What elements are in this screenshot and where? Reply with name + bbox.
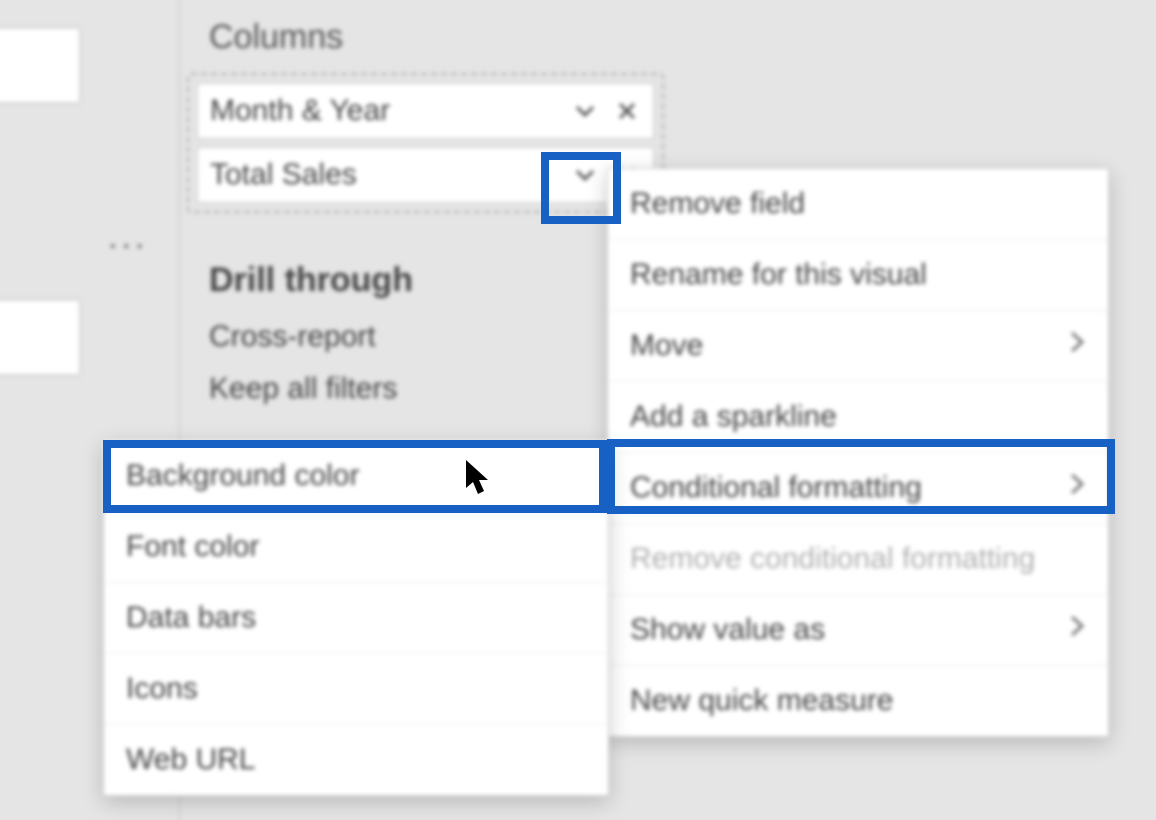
- submenu-background-color[interactable]: Background color: [104, 441, 608, 512]
- cross-report-label: Cross-report: [209, 320, 376, 354]
- close-icon[interactable]: [613, 97, 641, 125]
- menu-remove-field[interactable]: Remove field: [608, 169, 1108, 240]
- menu-conditional-formatting[interactable]: Conditional formatting: [608, 453, 1108, 524]
- mouse-cursor-icon: [466, 460, 494, 496]
- chevron-right-icon: [1068, 613, 1086, 647]
- chevron-right-icon: [1068, 329, 1086, 363]
- drill-through-title: Drill through: [209, 261, 670, 300]
- keep-filters-label: Keep all filters: [209, 372, 397, 406]
- menu-remove-conditional-formatting: Remove conditional formatting: [608, 524, 1108, 595]
- columns-well[interactable]: Month & Year Total Sales: [187, 73, 664, 213]
- chevron-down-icon[interactable]: [571, 97, 599, 125]
- submenu-web-url[interactable]: Web URL: [104, 725, 608, 795]
- cropped-box-1: ere: [0, 28, 80, 103]
- cross-report-row[interactable]: Cross-report: [209, 320, 662, 354]
- menu-rename[interactable]: Rename for this visual: [608, 240, 1108, 311]
- field-context-menu: Remove field Rename for this visual Move…: [607, 168, 1109, 737]
- submenu-font-color[interactable]: Font color: [104, 512, 608, 583]
- menu-add-sparkline[interactable]: Add a sparkline: [608, 382, 1108, 453]
- submenu-data-bars[interactable]: Data bars: [104, 583, 608, 654]
- keep-filters-row[interactable]: Keep all filters: [209, 372, 662, 406]
- menu-show-value-as[interactable]: Show value as: [608, 595, 1108, 666]
- chevron-down-icon[interactable]: [571, 161, 599, 189]
- menu-move[interactable]: Move: [608, 311, 1108, 382]
- submenu-icons[interactable]: Icons: [104, 654, 608, 725]
- chevron-right-icon: [1068, 471, 1086, 505]
- columns-panel: Columns Month & Year Total Sales: [185, 0, 670, 424]
- cropped-box-2: ere: [0, 300, 80, 375]
- field-month-year[interactable]: Month & Year: [197, 83, 654, 139]
- field-label: Month & Year: [210, 94, 390, 128]
- field-total-sales[interactable]: Total Sales: [197, 147, 654, 203]
- conditional-formatting-submenu: Background color Font color Data bars Ic…: [103, 440, 609, 796]
- ellipsis-icon[interactable]: ...: [108, 218, 148, 257]
- columns-title: Columns: [209, 18, 670, 57]
- field-label: Total Sales: [210, 158, 357, 192]
- menu-new-quick-measure[interactable]: New quick measure: [608, 666, 1108, 736]
